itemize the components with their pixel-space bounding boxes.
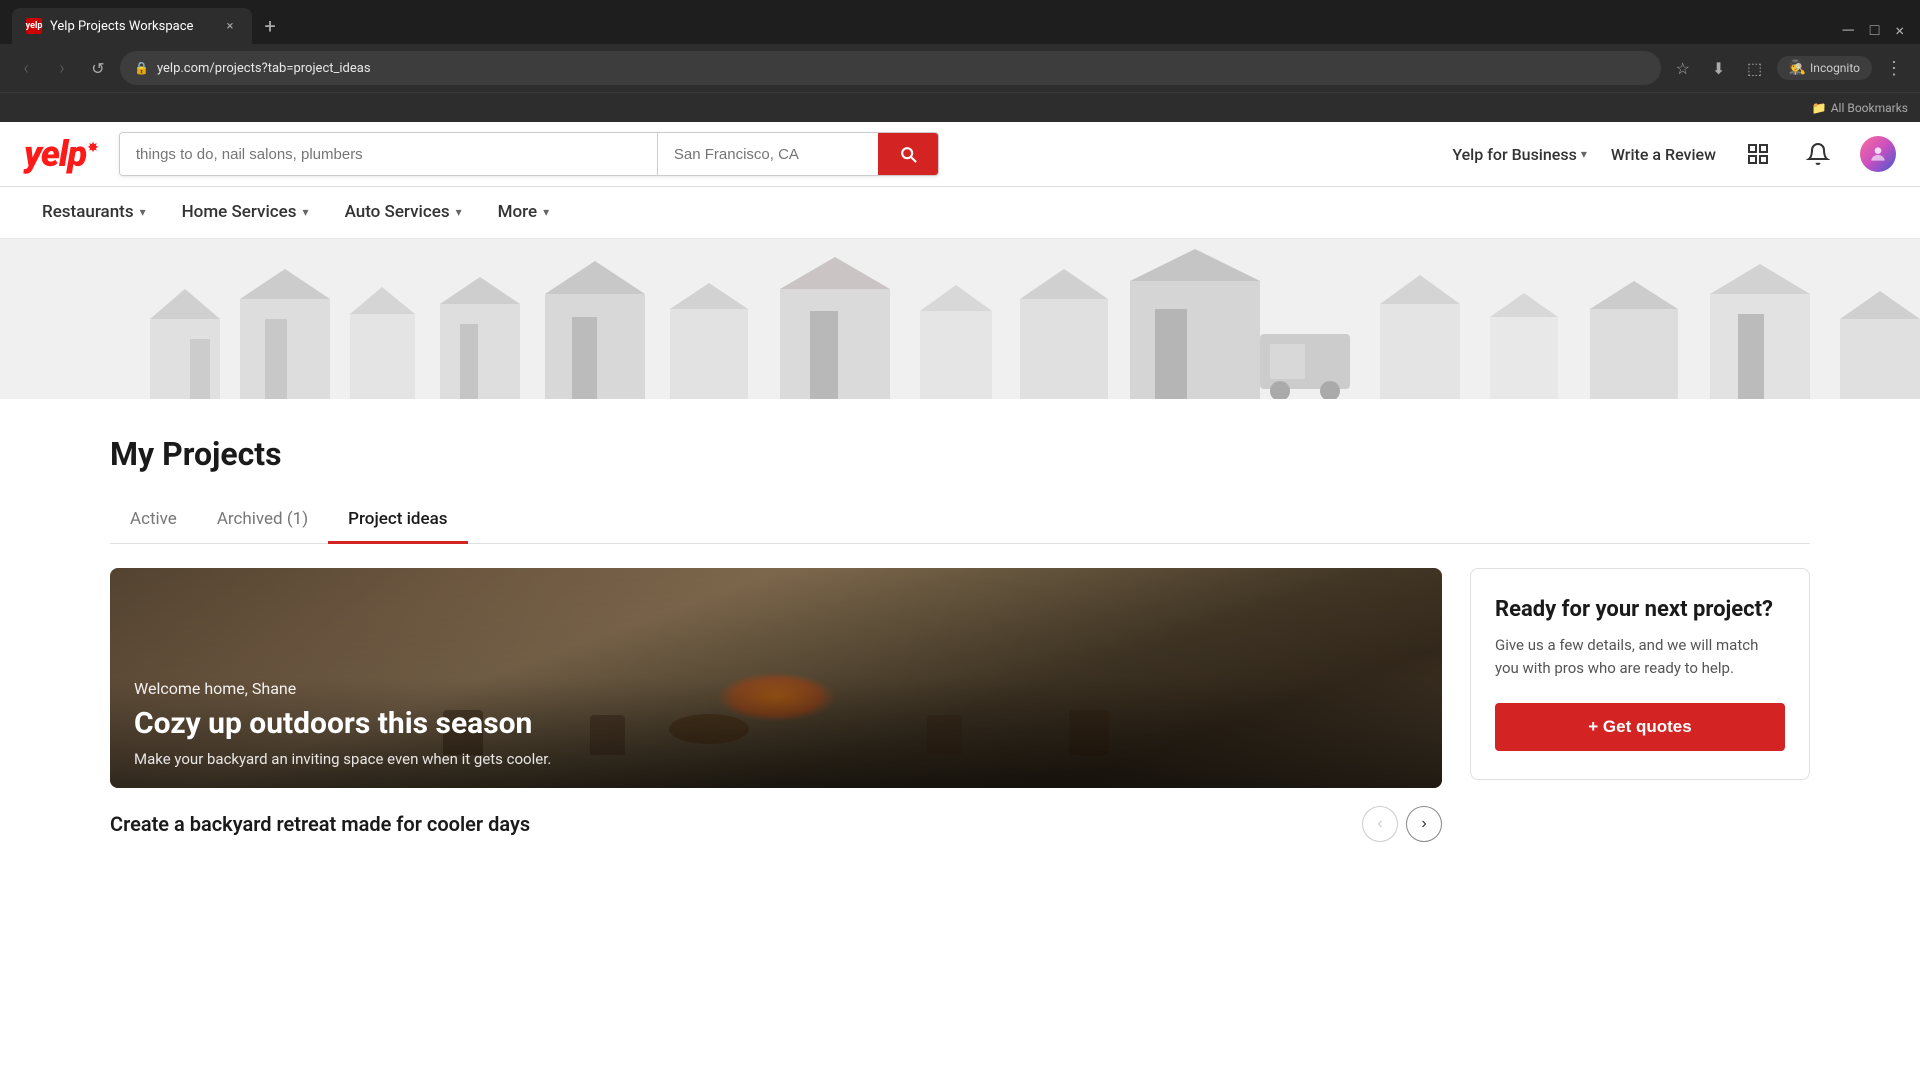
tab-title: Yelp Projects Workspace — [50, 19, 214, 34]
bell-icon — [1806, 142, 1830, 166]
yelp-logo[interactable]: yelp ✸ — [24, 133, 99, 175]
user-avatar-icon — [1868, 144, 1888, 164]
tab-project-ideas[interactable]: Project ideas — [328, 497, 467, 544]
back-button[interactable]: ‹ — [12, 54, 40, 82]
tab-active-label: Active — [130, 509, 177, 529]
profile-button[interactable]: ⬚ — [1741, 54, 1769, 82]
browser-toolbar: ‹ › ↺ 🔒 yelp.com/projects?tab=project_id… — [0, 44, 1920, 92]
yelp-logo-burst: ✸ — [87, 140, 99, 156]
content-area: Welcome home, Shane Cozy up outdoors thi… — [0, 544, 1920, 882]
notifications-icon-button[interactable] — [1800, 136, 1836, 172]
tab-active[interactable]: Active — [110, 497, 197, 544]
write-review-button[interactable]: Write a Review — [1611, 145, 1716, 164]
promo-headline: Cozy up outdoors this season — [134, 706, 1418, 742]
address-bar[interactable]: 🔒 yelp.com/projects?tab=project_ideas — [120, 51, 1661, 85]
promo-greeting: Welcome home, Shane — [134, 679, 1418, 698]
search-icon — [898, 144, 918, 164]
forward-button[interactable]: › — [48, 54, 76, 82]
browser-tabs-bar: yelp Yelp Projects Workspace × + ─ □ × — [0, 0, 1920, 44]
refresh-button[interactable]: ↺ — [84, 54, 112, 82]
close-window-button[interactable]: × — [1895, 21, 1904, 40]
all-bookmarks-link[interactable]: All Bookmarks — [1831, 101, 1908, 115]
more-chevron-icon: ▾ — [543, 205, 549, 219]
search-input[interactable] — [120, 133, 658, 175]
yelp-for-business-button[interactable]: Yelp for Business ▾ — [1452, 145, 1587, 164]
promo-card: Welcome home, Shane Cozy up outdoors thi… — [110, 568, 1442, 788]
bookmark-button[interactable]: ☆ — [1669, 54, 1697, 82]
auto-services-chevron-icon: ▾ — [456, 205, 462, 219]
url-text: yelp.com/projects?tab=project_ideas — [157, 61, 1647, 76]
lock-icon: 🔒 — [134, 61, 149, 75]
side-card: Ready for your next project? Give us a f… — [1470, 568, 1810, 780]
chevron-down-icon: ▾ — [1581, 147, 1587, 161]
carousel-nav-arrows: ‹ › — [1362, 806, 1442, 842]
nav-item-more[interactable]: More ▾ — [480, 187, 568, 238]
bookmarks-folder-icon: 📁 — [1812, 101, 1827, 115]
tab-project-ideas-label: Project ideas — [348, 509, 447, 529]
get-quotes-button[interactable]: + Get quotes — [1495, 703, 1785, 751]
tab-archived[interactable]: Archived (1) — [197, 497, 328, 544]
home-services-label: Home Services — [182, 202, 297, 222]
side-card-title: Ready for your next project? — [1495, 597, 1785, 622]
incognito-badge[interactable]: 🕵 Incognito — [1777, 56, 1872, 80]
bookmarks-bar: 📁 All Bookmarks — [0, 92, 1920, 122]
more-label: More — [498, 202, 537, 222]
search-bar — [119, 132, 939, 176]
section-subtitle: Create a backyard retreat made for coole… — [110, 812, 530, 836]
section-footer: Create a backyard retreat made for coole… — [110, 806, 1442, 842]
hero-banner — [0, 239, 1920, 399]
yelp-website: yelp ✸ Yelp for Business ▾ Write a Revie… — [0, 122, 1920, 882]
yelp-logo-text: yelp — [24, 133, 86, 175]
restaurants-label: Restaurants — [42, 202, 134, 222]
next-arrow-button[interactable]: › — [1406, 806, 1442, 842]
tab-close-button[interactable]: × — [222, 18, 238, 34]
yelp-header: yelp ✸ Yelp for Business ▾ Write a Revie… — [0, 122, 1920, 187]
auto-services-label: Auto Services — [345, 202, 450, 222]
home-services-chevron-icon: ▾ — [303, 205, 309, 219]
header-actions: Yelp for Business ▾ Write a Review — [1452, 136, 1896, 172]
restaurants-chevron-icon: ▾ — [140, 205, 146, 219]
user-avatar-button[interactable] — [1860, 136, 1896, 172]
projects-section: My Projects Active Archived (1) Project … — [0, 399, 1920, 544]
location-input[interactable] — [658, 133, 878, 175]
new-tab-button[interactable]: + — [256, 12, 284, 40]
write-review-label: Write a Review — [1611, 145, 1716, 164]
projects-tabs: Active Archived (1) Project ideas — [110, 497, 1810, 544]
skyline-illustration — [0, 239, 1920, 399]
nav-item-restaurants[interactable]: Restaurants ▾ — [24, 187, 164, 238]
minimize-button[interactable]: ─ — [1842, 20, 1853, 40]
tab-favicon: yelp — [26, 18, 42, 34]
nav-menu: Restaurants ▾ Home Services ▾ Auto Servi… — [0, 187, 1920, 239]
tab-archived-label: Archived (1) — [217, 509, 308, 529]
promo-text-overlay: Welcome home, Shane Cozy up outdoors thi… — [110, 659, 1442, 788]
collections-icon-button[interactable] — [1740, 136, 1776, 172]
main-content: Welcome home, Shane Cozy up outdoors thi… — [110, 568, 1442, 842]
nav-item-auto-services[interactable]: Auto Services ▾ — [327, 187, 480, 238]
browser-chrome: yelp Yelp Projects Workspace × + ─ □ × ‹… — [0, 0, 1920, 122]
side-card-description: Give us a few details, and we will match… — [1495, 634, 1785, 679]
prev-arrow-button[interactable]: ‹ — [1362, 806, 1398, 842]
browser-tab-active: yelp Yelp Projects Workspace × — [12, 8, 252, 44]
yelp-for-business-label: Yelp for Business — [1452, 145, 1577, 164]
incognito-icon: 🕵 — [1789, 60, 1806, 76]
projects-title: My Projects — [110, 435, 1810, 473]
window-controls: ─ □ × — [1842, 20, 1920, 40]
maximize-button[interactable]: □ — [1870, 20, 1880, 40]
browser-menu-button[interactable]: ⋮ — [1880, 54, 1908, 82]
promo-subtext: Make your backyard an inviting space eve… — [134, 750, 1418, 768]
download-button[interactable]: ⬇ — [1705, 54, 1733, 82]
nav-item-home-services[interactable]: Home Services ▾ — [164, 187, 327, 238]
search-button[interactable] — [878, 133, 938, 175]
collections-icon — [1746, 142, 1770, 166]
incognito-label: Incognito — [1810, 61, 1860, 75]
